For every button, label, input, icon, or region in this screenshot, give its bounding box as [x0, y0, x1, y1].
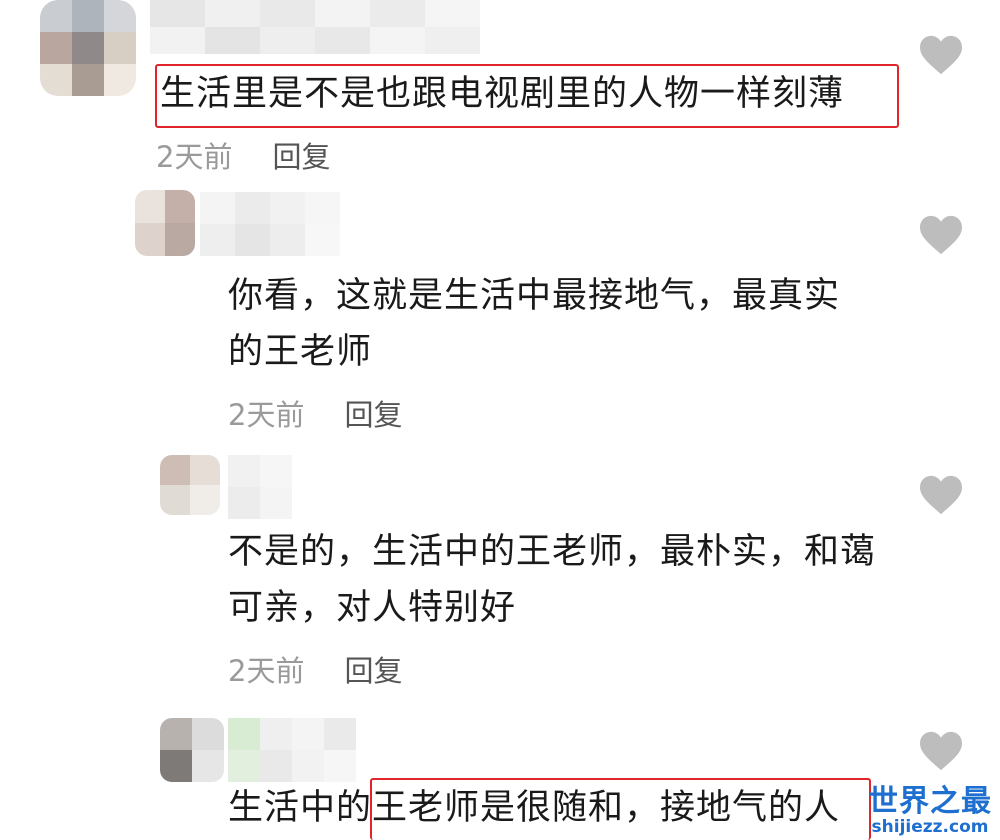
comment-text: 生活中的王老师是很随和，接地气的人 — [228, 788, 841, 828]
comment-time: 2天前 — [228, 654, 305, 688]
comment-meta: 2天前 回复 — [228, 648, 402, 690]
like-heart-icon[interactable] — [918, 214, 964, 256]
avatar[interactable] — [160, 455, 220, 515]
comment-text-line2: 的王老师 — [228, 332, 373, 372]
avatar[interactable] — [160, 718, 224, 782]
username-blurred[interactable] — [228, 455, 292, 519]
username-blurred[interactable] — [228, 718, 358, 782]
watermark-logo: 世界之最 shijiezz.com — [868, 784, 992, 837]
reply-button[interactable]: 回复 — [272, 140, 330, 174]
username-blurred[interactable] — [150, 0, 480, 54]
like-heart-icon[interactable] — [918, 730, 964, 772]
username-blurred[interactable] — [200, 192, 340, 256]
like-heart-icon[interactable] — [918, 474, 964, 516]
like-heart-icon[interactable] — [918, 34, 964, 76]
comment-meta: 2天前 回复 — [156, 134, 330, 176]
reply-button[interactable]: 回复 — [344, 654, 402, 688]
comment-time: 2天前 — [156, 140, 233, 174]
comment-text: 生活里是不是也跟电视剧里的人物一样刻薄 — [160, 74, 845, 114]
avatar[interactable] — [40, 0, 136, 96]
comment-text-line1: 你看，这就是生活中最接地气，最真实 — [228, 276, 841, 316]
watermark-domain: shijiezz.com — [871, 817, 989, 837]
watermark-title: 世界之最 — [868, 784, 992, 819]
comment-meta: 2天前 回复 — [228, 392, 402, 434]
avatar[interactable] — [135, 190, 195, 256]
comment-text-line1: 不是的，生活中的王老师，最朴实，和蔼 — [228, 532, 877, 572]
reply-button[interactable]: 回复 — [344, 398, 402, 432]
comment-text-line2: 可亲，对人特别好 — [228, 588, 517, 628]
comment-time: 2天前 — [228, 398, 305, 432]
